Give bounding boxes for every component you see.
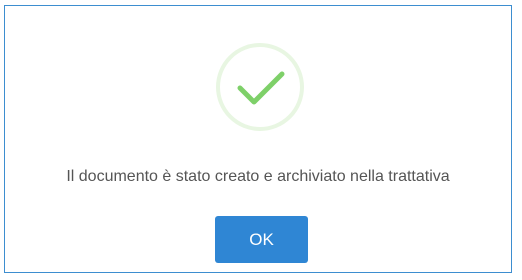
ok-button[interactable]: OK (215, 216, 308, 263)
dialog-message: Il documento è stato creato e archiviato… (66, 168, 450, 185)
success-checkmark-icon (216, 43, 304, 131)
confirmation-dialog: Il documento è stato creato e archiviato… (4, 5, 512, 273)
